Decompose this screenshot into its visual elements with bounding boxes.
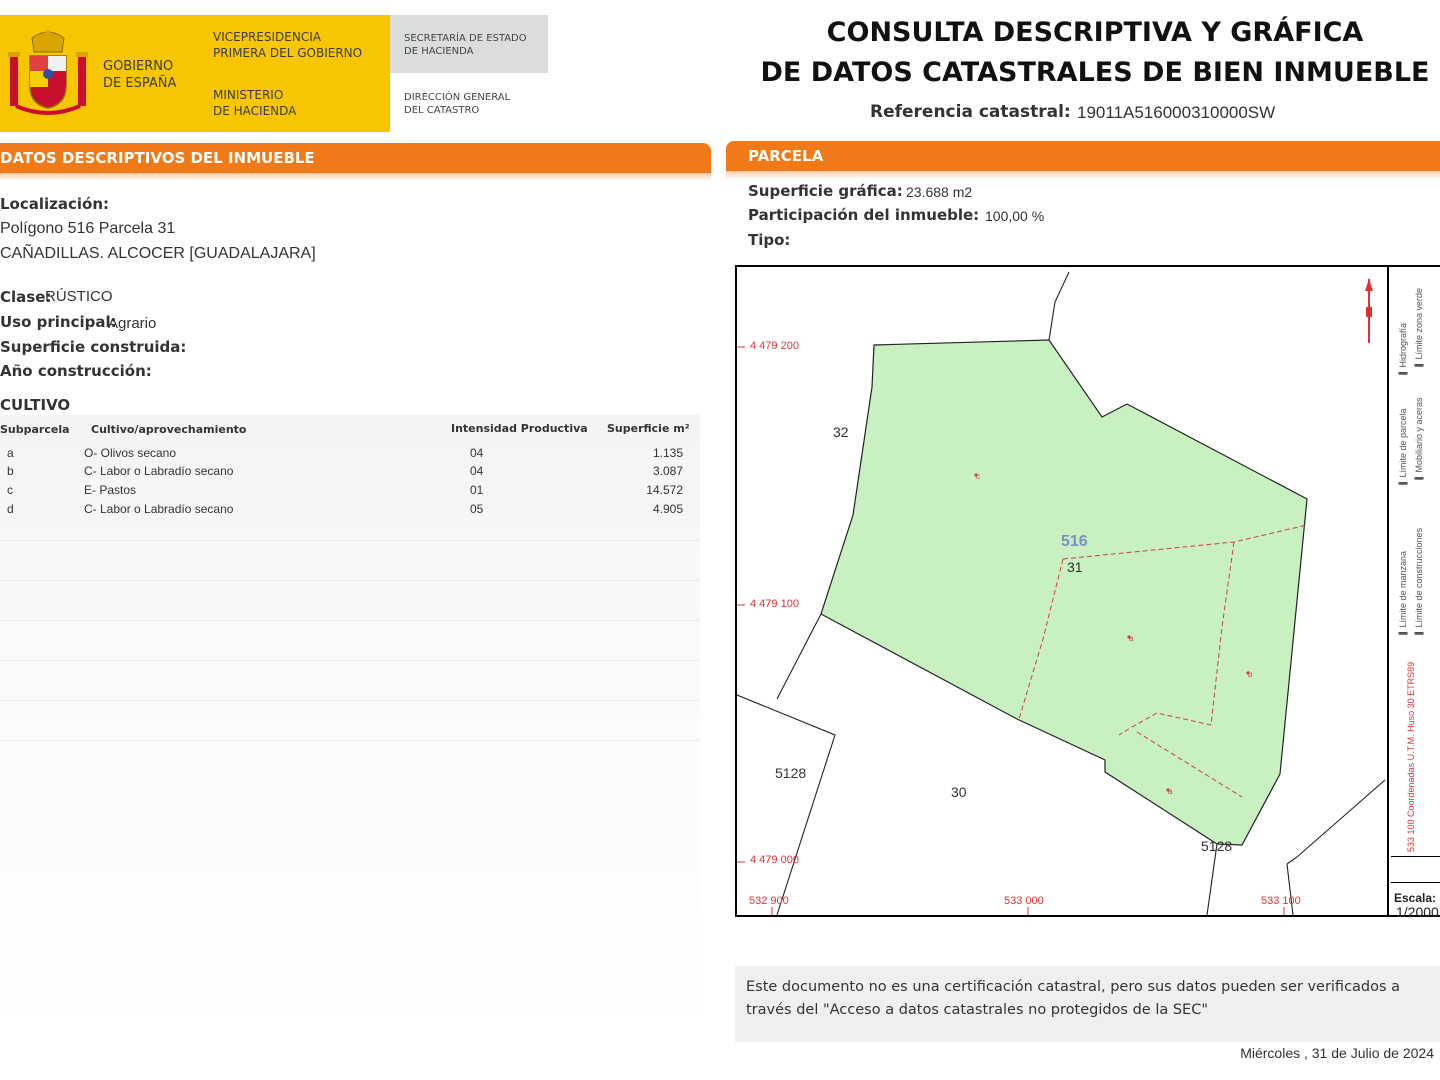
subparcel-label: a bbox=[1129, 634, 1134, 643]
neighbor-parcel-number: 5128 bbox=[775, 765, 807, 781]
legend-item-label: Límite de parcela bbox=[1398, 408, 1408, 478]
cell-cultivo: E- Pastos bbox=[84, 483, 137, 497]
neighbor-parcel-number: 5128 bbox=[1201, 838, 1233, 854]
cell-cultivo: C- Labor o Labradío secano bbox=[84, 464, 234, 478]
ministerio-text: MINISTERIO DE HACIENDA bbox=[213, 88, 297, 118]
cell-subparcela: d bbox=[7, 502, 14, 516]
localizacion-line1: Polígono 516 Parcela 31 bbox=[0, 220, 176, 237]
cell-cultivo: C- Labor o Labradío secano bbox=[84, 502, 234, 516]
legend-item: ▬ Mobiliario y aceras bbox=[1414, 397, 1424, 485]
vicepresidencia-text: VICEPRESIDENCIA PRIMERA DEL GOBIERNO bbox=[213, 30, 363, 60]
table-divider bbox=[0, 700, 700, 701]
legend-item: ▬ Hidrografía bbox=[1398, 322, 1408, 380]
cell-subparcela: a bbox=[7, 446, 14, 460]
cell-intensidad: 04 bbox=[470, 446, 484, 460]
document-date: Miércoles , 31 de Julio de 2024 bbox=[1240, 1045, 1434, 1061]
cell-intensidad: 01 bbox=[470, 483, 484, 497]
legend-item: ▬ Límite de construcciones bbox=[1414, 527, 1424, 640]
escala-label: Escala: bbox=[1394, 891, 1437, 905]
cell-intensidad: 05 bbox=[470, 502, 484, 516]
legend-item-label: Límite de manzana bbox=[1398, 550, 1408, 628]
anio-construccion-label: Año construcción: bbox=[0, 362, 152, 380]
localizacion-line2: CAÑADILLAS. ALCOCER [GUADALAJARA] bbox=[0, 245, 316, 262]
cell-intensidad: 04 bbox=[470, 464, 484, 478]
neighbor-parcel-number: 30 bbox=[951, 784, 967, 800]
section-title: PARCELA bbox=[748, 147, 824, 165]
parcel-polygon bbox=[820, 339, 1308, 846]
subparcel-label: c bbox=[976, 472, 980, 481]
legend-item: ▬ Límite de parcela bbox=[1398, 408, 1408, 490]
participacion-label: Participación del inmueble: bbox=[748, 206, 980, 224]
uso-label: Uso principal: bbox=[0, 313, 117, 331]
subparcel-label: a bbox=[1168, 787, 1173, 796]
legend-divider bbox=[1391, 882, 1440, 883]
legend-item: ▬ Límite zona verde bbox=[1414, 287, 1424, 372]
cell-cultivo: O- Olivos secano bbox=[84, 446, 177, 460]
secretaria-text: SECRETARÍA DE ESTADO DE HACIENDA bbox=[404, 33, 527, 57]
cell-subparcela: c bbox=[7, 483, 13, 497]
coord-x-label: 533 000 bbox=[1004, 895, 1044, 907]
north-arrow-icon bbox=[1365, 279, 1373, 343]
verification-notice: Este documento no es una certificación c… bbox=[735, 966, 1440, 1042]
cell-superficie: 1.135 bbox=[652, 446, 683, 460]
referencia-value: 19011A516000310000SW bbox=[1077, 103, 1276, 122]
table-header-intensidad: Intensidad Productiva bbox=[451, 422, 588, 435]
superficie-grafica-value: 23.688 m2 bbox=[906, 184, 973, 200]
legend-item-label: Mobiliario y aceras bbox=[1414, 397, 1424, 473]
coord-x-label: 532 900 bbox=[749, 895, 789, 907]
superficie-grafica-label: Superficie gráfica: bbox=[748, 182, 903, 200]
table-divider bbox=[0, 580, 700, 581]
neighbor-parcel-number: 32 bbox=[833, 424, 849, 440]
gobierno-espana-text: GOBIERNO DE ESPAÑA bbox=[103, 59, 177, 91]
tipo-label: Tipo: bbox=[748, 231, 791, 249]
parcel-map-drawing: c a b a bbox=[737, 271, 1386, 915]
clase-value: RÚSTICO bbox=[45, 288, 113, 305]
poligono-number: 516 bbox=[1061, 533, 1088, 550]
coat-of-arms-icon bbox=[8, 30, 88, 115]
table-header-cultivo: Cultivo/aprovechamiento bbox=[91, 423, 247, 436]
subparcel-label: b bbox=[1248, 670, 1253, 679]
section-header-shadow bbox=[726, 171, 1440, 179]
localizacion-label: Localización: bbox=[0, 195, 110, 213]
section-title: DATOS DESCRIPTIVOS DEL INMUEBLE bbox=[0, 149, 315, 167]
referencia-label: Referencia catastral: bbox=[870, 102, 1071, 122]
section-header-parcela: PARCELA bbox=[726, 141, 1440, 171]
table-header-subparcela: Subparcela bbox=[0, 423, 70, 436]
section-header-descriptivos: DATOS DESCRIPTIVOS DEL INMUEBLE bbox=[0, 143, 711, 173]
clase-label: Clase: bbox=[0, 288, 52, 306]
escala-value: 1/2000 bbox=[1396, 904, 1439, 920]
cell-subparcela: b bbox=[7, 464, 14, 478]
table-divider bbox=[0, 620, 700, 621]
direccion-catastro-text: DIRECCIÓN GENERAL DEL CATASTRO bbox=[404, 92, 511, 116]
legend-item-label: Hidrografía bbox=[1398, 322, 1408, 368]
coord-y-label: 4 479 100 bbox=[750, 598, 799, 610]
legend-item: ▬ Límite de manzana bbox=[1398, 550, 1408, 640]
coord-x-label: 533 100 bbox=[1261, 895, 1301, 907]
coord-y-label: 4 479 200 bbox=[750, 340, 799, 352]
legend-item-label: Límite de construcciones bbox=[1414, 527, 1424, 628]
legend-divider bbox=[1391, 856, 1440, 857]
table-divider bbox=[0, 740, 700, 741]
legend-utm: 533 100 Coordenadas U.T.M. Huso 30 ETRS8… bbox=[1406, 661, 1416, 852]
section-header-shadow bbox=[0, 173, 711, 181]
table-divider bbox=[0, 660, 700, 661]
cell-superficie: 4.905 bbox=[652, 502, 683, 516]
page-title-line2: DE DATOS CATASTRALES DE BIEN INMUEBLE bbox=[760, 57, 1430, 88]
table-divider bbox=[0, 540, 700, 541]
superficie-construida-label: Superficie construida: bbox=[0, 338, 187, 356]
cell-superficie: 3.087 bbox=[652, 464, 683, 478]
legend-item-label: Límite zona verde bbox=[1414, 287, 1424, 360]
page-title-line1: CONSULTA DESCRIPTIVA Y GRÁFICA bbox=[826, 17, 1364, 48]
cell-superficie: 14.572 bbox=[646, 483, 683, 497]
uso-value: Agrario bbox=[108, 315, 157, 332]
participacion-value: 100,00 % bbox=[985, 208, 1045, 224]
cultivo-title: CULTIVO bbox=[0, 396, 71, 414]
table-header-superficie: Superficie m² bbox=[607, 422, 690, 435]
coord-y-label: 4 479 000 bbox=[750, 854, 799, 866]
parcela-number: 31 bbox=[1067, 559, 1083, 575]
